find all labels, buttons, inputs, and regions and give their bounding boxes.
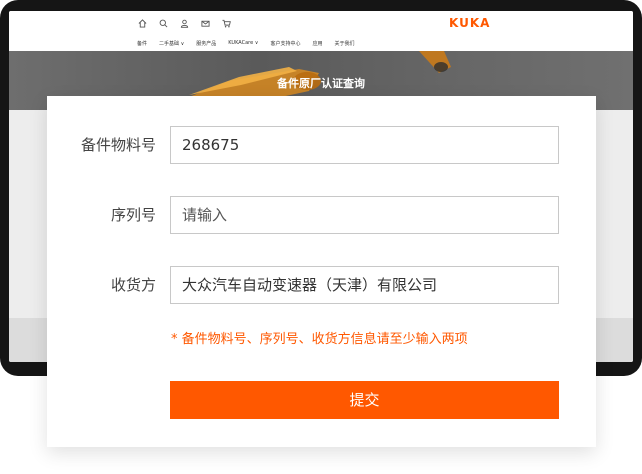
cart-icon[interactable] (221, 18, 231, 28)
nav-item-used[interactable]: 二手基础 ∨ (159, 40, 184, 47)
consignee-label: 收货方 (110, 276, 156, 294)
submit-button[interactable]: 提交 (170, 381, 559, 419)
nav-item-kukacare[interactable]: KUKACare ∨ (228, 40, 258, 47)
part-number-input[interactable]: 268675 (170, 126, 559, 164)
home-icon[interactable] (137, 18, 147, 28)
search-icon[interactable] (158, 18, 168, 28)
nav-item-service-products[interactable]: 服务产品 (196, 40, 216, 47)
nav-item-support-center[interactable]: 客户支持中心 (270, 40, 300, 47)
nav-item-applications[interactable]: 应用 (312, 40, 322, 47)
serial-number-label: 序列号 (110, 206, 156, 224)
user-icon[interactable] (179, 18, 189, 28)
mail-icon[interactable] (200, 18, 210, 28)
serial-number-input[interactable]: 请输入 (170, 196, 559, 234)
main-nav: 备件 二手基础 ∨ 服务产品 KUKACare ∨ 客户支持中心 应用 关于我们 (137, 40, 354, 47)
page-title: 备件原厂认证查询 (277, 77, 365, 90)
part-number-row: 备件物料号 268675 (47, 126, 596, 164)
part-number-label: 备件物料号 (80, 136, 156, 154)
site-header: KUKA 备件 二手基础 ∨ 服务产品 KUKACare ∨ 客户支持中心 应用… (9, 11, 633, 51)
nav-item-about[interactable]: 关于我们 (334, 40, 354, 47)
consignee-input[interactable]: 大众汽车自动变速器（天津）有限公司 (170, 266, 559, 304)
nav-item-spare-parts[interactable]: 备件 (137, 40, 147, 47)
kuka-logo[interactable]: KUKA (449, 16, 490, 30)
top-icon-bar (137, 18, 231, 28)
query-form-card: 备件物料号 268675 序列号 请输入 收货方 大众汽车自动变速器（天津）有限… (47, 96, 596, 447)
consignee-row: 收货方 大众汽车自动变速器（天津）有限公司 (47, 266, 596, 304)
validation-hint: * 备件物料号、序列号、收货方信息请至少输入两项 (171, 332, 468, 347)
serial-number-row: 序列号 请输入 (47, 196, 596, 234)
